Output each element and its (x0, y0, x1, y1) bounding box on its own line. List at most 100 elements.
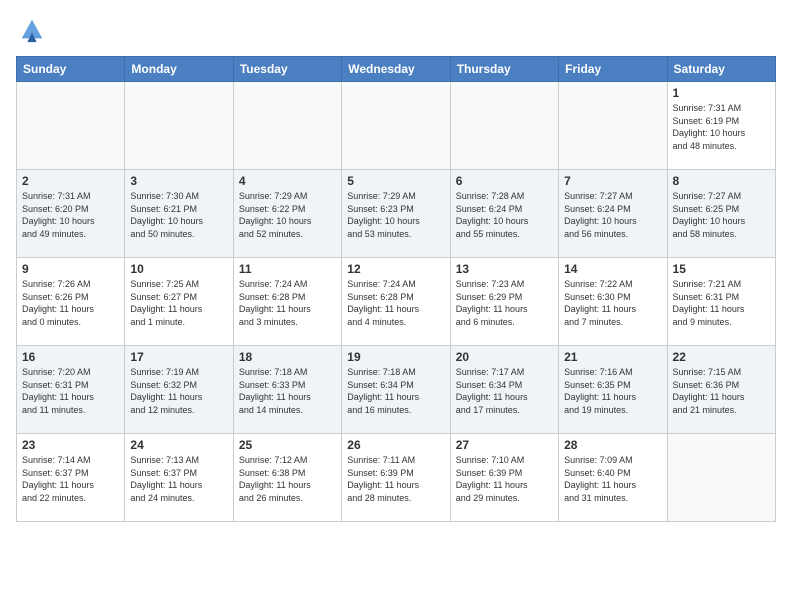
day-info: Sunrise: 7:17 AM Sunset: 6:34 PM Dayligh… (456, 366, 553, 416)
day-info: Sunrise: 7:22 AM Sunset: 6:30 PM Dayligh… (564, 278, 661, 328)
calendar-cell (450, 82, 558, 170)
calendar-cell: 7 Sunrise: 7:27 AM Sunset: 6:24 PM Daylig… (559, 170, 667, 258)
day-info: Sunrise: 7:16 AM Sunset: 6:35 PM Dayligh… (564, 366, 661, 416)
calendar-cell: 14 Sunrise: 7:22 AM Sunset: 6:30 PM Dayli… (559, 258, 667, 346)
day-info: Sunrise: 7:24 AM Sunset: 6:28 PM Dayligh… (347, 278, 444, 328)
day-number: 15 (673, 262, 770, 276)
day-info: Sunrise: 7:27 AM Sunset: 6:25 PM Dayligh… (673, 190, 770, 240)
day-number: 8 (673, 174, 770, 188)
calendar-cell (667, 434, 775, 522)
day-number: 2 (22, 174, 119, 188)
calendar-cell (342, 82, 450, 170)
calendar-cell: 22 Sunrise: 7:15 AM Sunset: 6:36 PM Dayli… (667, 346, 775, 434)
day-info: Sunrise: 7:25 AM Sunset: 6:27 PM Dayligh… (130, 278, 227, 328)
day-number: 28 (564, 438, 661, 452)
day-number: 17 (130, 350, 227, 364)
calendar-cell: 2 Sunrise: 7:31 AM Sunset: 6:20 PM Daylig… (17, 170, 125, 258)
day-number: 21 (564, 350, 661, 364)
day-of-week-saturday: Saturday (667, 57, 775, 82)
calendar-cell: 18 Sunrise: 7:18 AM Sunset: 6:33 PM Dayli… (233, 346, 341, 434)
day-number: 10 (130, 262, 227, 276)
day-info: Sunrise: 7:15 AM Sunset: 6:36 PM Dayligh… (673, 366, 770, 416)
day-of-week-thursday: Thursday (450, 57, 558, 82)
calendar-cell: 12Sunrise: 7:24 AM Sunset: 6:28 PM Dayli… (342, 258, 450, 346)
header (16, 16, 776, 44)
day-of-week-tuesday: Tuesday (233, 57, 341, 82)
day-number: 23 (22, 438, 119, 452)
day-number: 25 (239, 438, 336, 452)
day-number: 16 (22, 350, 119, 364)
page: SundayMondayTuesdayWednesdayThursdayFrid… (0, 0, 792, 612)
day-number: 26 (347, 438, 444, 452)
calendar-cell: 15 Sunrise: 7:21 AM Sunset: 6:31 PM Dayli… (667, 258, 775, 346)
calendar-cell: 3 Sunrise: 7:30 AM Sunset: 6:21 PM Daylig… (125, 170, 233, 258)
day-number: 24 (130, 438, 227, 452)
week-row-0: 1Sunrise: 7:31 AM Sunset: 6:19 PM Daylig… (17, 82, 776, 170)
day-number: 3 (130, 174, 227, 188)
day-info: Sunrise: 7:28 AM Sunset: 6:24 PM Dayligh… (456, 190, 553, 240)
day-info: Sunrise: 7:12 AM Sunset: 6:38 PM Dayligh… (239, 454, 336, 504)
day-info: Sunrise: 7:20 AM Sunset: 6:31 PM Dayligh… (22, 366, 119, 416)
calendar-cell: 13Sunrise: 7:23 AM Sunset: 6:29 PM Dayli… (450, 258, 558, 346)
logo-icon (18, 16, 46, 44)
day-info: Sunrise: 7:14 AM Sunset: 6:37 PM Dayligh… (22, 454, 119, 504)
calendar-cell: 23 Sunrise: 7:14 AM Sunset: 6:37 PM Dayli… (17, 434, 125, 522)
day-info: Sunrise: 7:27 AM Sunset: 6:24 PM Dayligh… (564, 190, 661, 240)
day-number: 6 (456, 174, 553, 188)
day-info: Sunrise: 7:09 AM Sunset: 6:40 PM Dayligh… (564, 454, 661, 504)
calendar-cell: 5 Sunrise: 7:29 AM Sunset: 6:23 PM Daylig… (342, 170, 450, 258)
week-row-4: 23 Sunrise: 7:14 AM Sunset: 6:37 PM Dayli… (17, 434, 776, 522)
logo (16, 16, 46, 44)
calendar-cell (559, 82, 667, 170)
day-info: Sunrise: 7:18 AM Sunset: 6:33 PM Dayligh… (239, 366, 336, 416)
calendar-cell: 26 Sunrise: 7:11 AM Sunset: 6:39 PM Dayli… (342, 434, 450, 522)
day-of-week-sunday: Sunday (17, 57, 125, 82)
day-of-week-friday: Friday (559, 57, 667, 82)
day-info: Sunrise: 7:29 AM Sunset: 6:22 PM Dayligh… (239, 190, 336, 240)
day-number: 18 (239, 350, 336, 364)
day-info: Sunrise: 7:21 AM Sunset: 6:31 PM Dayligh… (673, 278, 770, 328)
day-info: Sunrise: 7:13 AM Sunset: 6:37 PM Dayligh… (130, 454, 227, 504)
calendar-cell: 20 Sunrise: 7:17 AM Sunset: 6:34 PM Dayli… (450, 346, 558, 434)
day-info: Sunrise: 7:29 AM Sunset: 6:23 PM Dayligh… (347, 190, 444, 240)
day-number: 9 (22, 262, 119, 276)
day-info: Sunrise: 7:31 AM Sunset: 6:20 PM Dayligh… (22, 190, 119, 240)
day-info: Sunrise: 7:19 AM Sunset: 6:32 PM Dayligh… (130, 366, 227, 416)
day-number: 13 (456, 262, 553, 276)
calendar-cell (125, 82, 233, 170)
day-number: 7 (564, 174, 661, 188)
calendar-cell: 19 Sunrise: 7:18 AM Sunset: 6:34 PM Dayli… (342, 346, 450, 434)
day-number: 20 (456, 350, 553, 364)
week-row-1: 2 Sunrise: 7:31 AM Sunset: 6:20 PM Daylig… (17, 170, 776, 258)
day-of-week-wednesday: Wednesday (342, 57, 450, 82)
calendar-cell: 8 Sunrise: 7:27 AM Sunset: 6:25 PM Daylig… (667, 170, 775, 258)
calendar-cell: 9 Sunrise: 7:26 AM Sunset: 6:26 PM Daylig… (17, 258, 125, 346)
calendar-body: 1Sunrise: 7:31 AM Sunset: 6:19 PM Daylig… (17, 82, 776, 522)
day-number: 14 (564, 262, 661, 276)
week-row-2: 9 Sunrise: 7:26 AM Sunset: 6:26 PM Daylig… (17, 258, 776, 346)
day-of-week-monday: Monday (125, 57, 233, 82)
day-info: Sunrise: 7:26 AM Sunset: 6:26 PM Dayligh… (22, 278, 119, 328)
calendar-cell: 4 Sunrise: 7:29 AM Sunset: 6:22 PM Daylig… (233, 170, 341, 258)
calendar-header: SundayMondayTuesdayWednesdayThursdayFrid… (17, 57, 776, 82)
calendar-cell: 11 Sunrise: 7:24 AM Sunset: 6:28 PM Dayli… (233, 258, 341, 346)
day-number: 5 (347, 174, 444, 188)
day-number: 22 (673, 350, 770, 364)
day-info: Sunrise: 7:18 AM Sunset: 6:34 PM Dayligh… (347, 366, 444, 416)
day-info: Sunrise: 7:10 AM Sunset: 6:39 PM Dayligh… (456, 454, 553, 504)
day-number: 11 (239, 262, 336, 276)
calendar-cell: 10 Sunrise: 7:25 AM Sunset: 6:27 PM Dayli… (125, 258, 233, 346)
day-info: Sunrise: 7:30 AM Sunset: 6:21 PM Dayligh… (130, 190, 227, 240)
calendar-cell: 6 Sunrise: 7:28 AM Sunset: 6:24 PM Daylig… (450, 170, 558, 258)
day-info: Sunrise: 7:24 AM Sunset: 6:28 PM Dayligh… (239, 278, 336, 328)
week-row-3: 16 Sunrise: 7:20 AM Sunset: 6:31 PM Dayli… (17, 346, 776, 434)
day-info: Sunrise: 7:11 AM Sunset: 6:39 PM Dayligh… (347, 454, 444, 504)
calendar-cell (233, 82, 341, 170)
calendar: SundayMondayTuesdayWednesdayThursdayFrid… (16, 56, 776, 522)
calendar-cell (17, 82, 125, 170)
day-number: 19 (347, 350, 444, 364)
calendar-cell: 28 Sunrise: 7:09 AM Sunset: 6:40 PM Dayli… (559, 434, 667, 522)
days-of-week-row: SundayMondayTuesdayWednesdayThursdayFrid… (17, 57, 776, 82)
day-number: 4 (239, 174, 336, 188)
calendar-cell: 24 Sunrise: 7:13 AM Sunset: 6:37 PM Dayli… (125, 434, 233, 522)
